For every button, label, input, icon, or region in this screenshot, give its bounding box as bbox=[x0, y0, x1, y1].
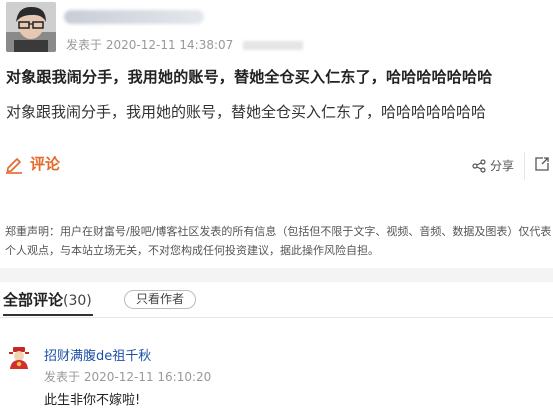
comment-button-label: 评论 bbox=[30, 155, 61, 173]
fortune-god-avatar-icon bbox=[9, 347, 29, 369]
post-published-label: 发表于 bbox=[66, 38, 103, 52]
author-only-button[interactable]: 只看作者 bbox=[124, 290, 197, 309]
comment-published-label: 发表于 bbox=[44, 370, 81, 384]
comment-item: 招财满腹de祖千秋 发表于 2020-12-11 16:10:20 此生非你不嫁… bbox=[0, 340, 553, 413]
comments-header: 全部评论(30) 只看作者 bbox=[0, 282, 553, 318]
post-title: 对象跟我闹分手，我用她的账号，替她全仓买入仁东了，哈哈哈哈哈哈哈 bbox=[6, 68, 493, 86]
avatar-image bbox=[6, 2, 56, 52]
action-divider bbox=[524, 152, 525, 180]
post-header: 发表于 2020-12-11 14:38:07 bbox=[0, 0, 553, 60]
commenter-avatar[interactable] bbox=[7, 346, 31, 370]
comment-text: 此生非你不嫁啦! bbox=[44, 393, 141, 408]
share-button-label: 分享 bbox=[490, 159, 515, 173]
post-body: 对象跟我闹分手，我用她的账号，替她全仓买入仁东了，哈哈哈哈哈哈哈 bbox=[6, 103, 487, 121]
meta-blurred bbox=[243, 41, 304, 50]
tab-all-comments-label: 全部评论 bbox=[3, 291, 64, 309]
active-tab-indicator bbox=[3, 314, 93, 316]
post-meta: 发表于 2020-12-11 14:38:07 bbox=[66, 36, 304, 53]
author-name-blurred[interactable] bbox=[64, 10, 204, 24]
comment-button[interactable]: 评论 bbox=[4, 153, 60, 174]
comment-count: (30) bbox=[63, 293, 92, 309]
external-link-icon bbox=[535, 157, 549, 171]
action-bar: 评论 分享 bbox=[0, 148, 553, 184]
comment-meta: 发表于 2020-12-11 16:10:20 bbox=[44, 368, 211, 385]
author-avatar[interactable] bbox=[6, 2, 56, 52]
share-icon bbox=[472, 158, 486, 173]
share-button[interactable]: 分享 bbox=[472, 157, 514, 174]
section-separator bbox=[0, 268, 553, 282]
pencil-icon bbox=[6, 157, 22, 174]
post-published-time: 2020-12-11 14:38:07 bbox=[105, 38, 234, 52]
open-external-button[interactable] bbox=[534, 156, 550, 176]
commenter-name[interactable]: 招财满腹de祖千秋 bbox=[44, 345, 151, 364]
comment-time: 2020-12-11 16:10:20 bbox=[83, 370, 212, 384]
disclaimer-text: 郑重声明：用户在财富号/股吧/博客社区发表的所有信息（包括但不限于文字、视频、音… bbox=[5, 225, 552, 257]
tab-all-comments[interactable]: 全部评论(30) bbox=[3, 289, 92, 310]
